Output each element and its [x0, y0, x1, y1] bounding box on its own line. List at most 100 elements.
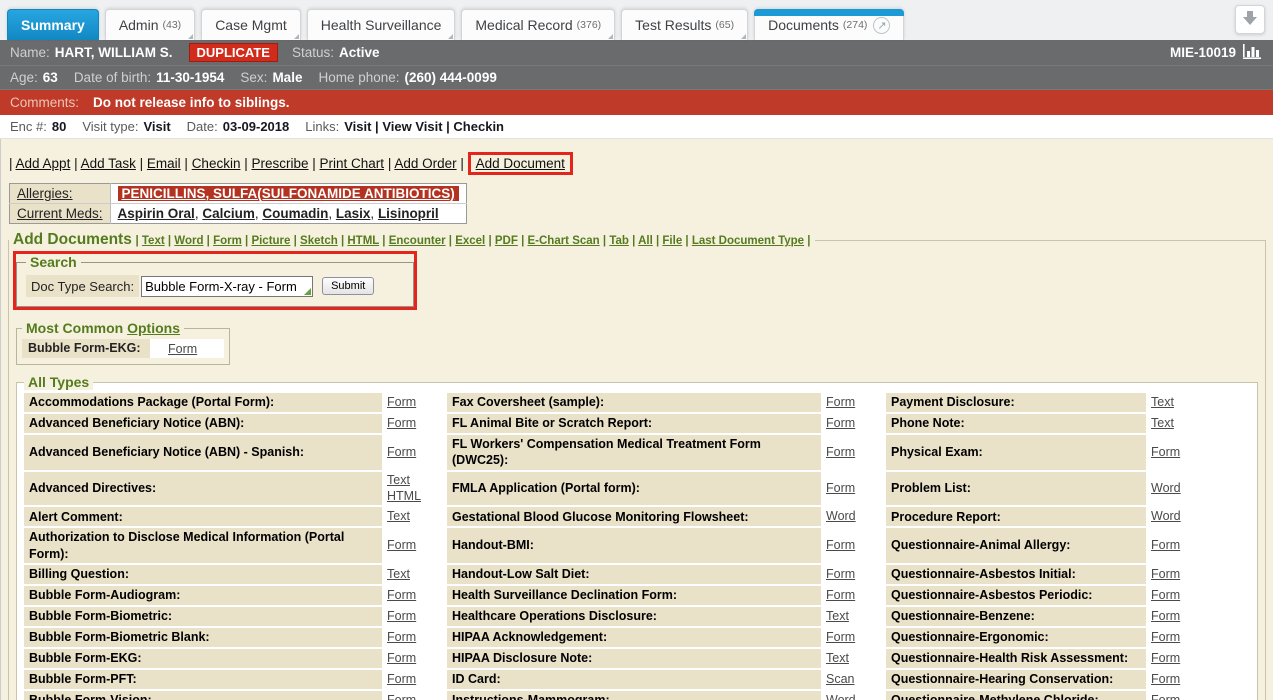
doc-type-label: Bubble Form-PFT:	[24, 670, 382, 689]
doc-link-questionnaire-benzene-form[interactable]: Form	[1151, 608, 1180, 625]
doc-link-phone-note-text[interactable]: Text	[1151, 415, 1174, 432]
tab-admin[interactable]: Admin(43)	[105, 9, 195, 40]
doc-type-link-picture[interactable]: Picture	[251, 235, 290, 247]
tab-dropdown-fold-icon[interactable]	[294, 34, 299, 39]
med-link-coumadin[interactable]: Coumadin	[262, 206, 328, 221]
column-spacer	[878, 393, 886, 412]
doc-link-bubble-form-vision-form[interactable]: Form	[387, 692, 416, 700]
doc-type-link-form[interactable]: Form	[213, 235, 242, 247]
allergies-label-link[interactable]: Allergies:	[10, 184, 111, 204]
doc-link-questionnaire-hearing-conservation-form[interactable]: Form	[1151, 671, 1180, 688]
tab-health-surveillance[interactable]: Health Surveillance	[307, 9, 456, 40]
doc-link-advanced-directives-text[interactable]: Text	[387, 472, 410, 489]
doc-link-procedure-report-word[interactable]: Word	[1151, 508, 1181, 525]
doc-link-questionnaire-ergonomic-form[interactable]: Form	[1151, 629, 1180, 646]
doc-link-advanced-beneficiary-notice-abn-form[interactable]: Form	[387, 415, 416, 432]
med-link-calcium[interactable]: Calcium	[202, 206, 255, 221]
doc-link-authorization-to-disclose-medical-information-portal-form-form[interactable]: Form	[387, 537, 416, 554]
doc-type-link-word[interactable]: Word	[174, 235, 203, 247]
doc-link-fmla-application-portal-form-form[interactable]: Form	[826, 480, 855, 497]
encounter-link-checkin[interactable]: Checkin	[453, 119, 504, 134]
doc-link-healthcare-operations-disclosure-text[interactable]: Text	[826, 608, 849, 625]
doc-type-link-e-chart-scan[interactable]: E-Chart Scan	[527, 235, 599, 247]
submit-button[interactable]: Submit	[322, 277, 374, 295]
doc-type-search-input[interactable]	[141, 276, 313, 297]
doc-type-link-pdf[interactable]: PDF	[495, 235, 518, 247]
doc-link-bubble-form-audiogram-form[interactable]: Form	[387, 587, 416, 604]
doc-link-questionnaire-methylene-chloride-form[interactable]: Form	[1151, 692, 1180, 700]
doc-link-questionnaire-animal-allergy-form[interactable]: Form	[1151, 537, 1180, 554]
med-link-lasix[interactable]: Lasix	[336, 206, 371, 221]
doc-link-handout-bmi-form[interactable]: Form	[826, 537, 855, 554]
resize-handle-icon[interactable]	[304, 288, 311, 295]
tab-dropdown-fold-icon[interactable]	[741, 34, 746, 39]
doc-link-bubble-form-pft-form[interactable]: Form	[387, 671, 416, 688]
doc-type-link-html[interactable]: HTML	[347, 235, 379, 247]
action-link-prescribe[interactable]: Prescribe	[251, 156, 308, 171]
doc-link-hipaa-disclosure-note-text[interactable]: Text	[826, 650, 849, 667]
options-link[interactable]: Options	[127, 320, 180, 336]
doc-type-link-tab[interactable]: Tab	[609, 235, 629, 247]
doc-type-link-excel[interactable]: Excel	[455, 235, 485, 247]
doc-type-link-cell: Word	[1146, 472, 1205, 506]
doc-link-bubble-form-biometric-form[interactable]: Form	[387, 608, 416, 625]
action-link-add-order[interactable]: Add Order	[394, 156, 456, 171]
action-link-add-document[interactable]: Add Document	[476, 156, 565, 171]
doc-link-instructions-mammogram-word[interactable]: Word	[826, 692, 856, 700]
doc-link-billing-question-text[interactable]: Text	[387, 566, 410, 583]
action-link-email[interactable]: Email	[147, 156, 181, 171]
download-chart-button[interactable]	[1235, 5, 1265, 34]
doc-type-link-all[interactable]: All	[638, 235, 653, 247]
tab-dropdown-fold-icon[interactable]	[188, 34, 193, 39]
action-link-print-chart[interactable]: Print Chart	[320, 156, 385, 171]
doc-link-bubble-form-ekg-form[interactable]: Form	[387, 650, 416, 667]
med-link-aspirin-oral[interactable]: Aspirin Oral	[118, 206, 195, 221]
doc-type-link-file[interactable]: File	[662, 235, 682, 247]
tab-documents[interactable]: Documents(274)↗	[754, 9, 904, 40]
doc-link-questionnaire-health-risk-assessment-form[interactable]: Form	[1151, 650, 1180, 667]
doc-link-questionnaire-asbestos-initial-form[interactable]: Form	[1151, 566, 1180, 583]
doc-link-id-card-scan[interactable]: Scan	[826, 671, 855, 688]
tab-case-mgmt[interactable]: Case Mgmt	[201, 9, 301, 40]
chart-icon[interactable]	[1243, 44, 1263, 62]
doc-type-link-last-document-type[interactable]: Last Document Type	[692, 235, 804, 247]
doc-link-fax-coversheet-sample-form[interactable]: Form	[826, 394, 855, 411]
encounter-link-visit[interactable]: Visit	[344, 119, 371, 134]
tab-dropdown-fold-icon[interactable]	[448, 34, 453, 39]
doc-link-alert-comment-text[interactable]: Text	[387, 508, 410, 525]
encounter-link-view-visit[interactable]: View Visit	[382, 119, 442, 134]
allergy-value-link[interactable]: PENICILLINS, SULFA(SULFONAMIDE ANTIBIOTI…	[118, 186, 459, 201]
doc-link-fl-animal-bite-or-scratch-report-form[interactable]: Form	[826, 415, 855, 432]
doc-type-link-sketch[interactable]: Sketch	[300, 235, 338, 247]
doc-link-hipaa-acknowledgement-form[interactable]: Form	[826, 629, 855, 646]
action-link-add-task[interactable]: Add Task	[81, 156, 136, 171]
doc-link-advanced-beneficiary-notice-abn-spanish-form[interactable]: Form	[387, 444, 416, 461]
doc-link-bubble-form-biometric-blank-form[interactable]: Form	[387, 629, 416, 646]
doc-link-fl-workers-compensation-medical-treatment-form-dwc25-form[interactable]: Form	[826, 444, 855, 461]
tab-test-results[interactable]: Test Results(65)	[621, 9, 748, 40]
med-link-lisinopril[interactable]: Lisinopril	[378, 206, 439, 221]
current-meds-label-link[interactable]: Current Meds:	[10, 204, 111, 224]
doc-link-handout-low-salt-diet-form[interactable]: Form	[826, 566, 855, 583]
most-common-form-link[interactable]: Form	[168, 342, 197, 356]
doc-link-gestational-blood-glucose-monitoring-flowsheet-word[interactable]: Word	[826, 508, 856, 525]
doc-link-accommodations-package-portal-form-form[interactable]: Form	[387, 394, 416, 411]
duplicate-badge[interactable]: DUPLICATE	[189, 43, 278, 62]
doc-link-physical-exam-form[interactable]: Form	[1151, 444, 1180, 461]
doc-type-link-cell: Form	[1146, 628, 1205, 647]
open-in-new-icon[interactable]: ↗	[873, 17, 890, 34]
doc-link-problem-list-word[interactable]: Word	[1151, 480, 1181, 497]
tab-dropdown-fold-icon[interactable]	[608, 34, 613, 39]
doc-link-advanced-directives-html[interactable]: HTML	[387, 488, 421, 505]
action-link-add-appt[interactable]: Add Appt	[16, 156, 71, 171]
doc-type-link-encounter[interactable]: Encounter	[389, 235, 446, 247]
doc-type-link-text[interactable]: Text	[142, 235, 165, 247]
column-spacer	[1205, 607, 1250, 626]
doc-link-questionnaire-asbestos-periodic-form[interactable]: Form	[1151, 587, 1180, 604]
action-link-checkin[interactable]: Checkin	[192, 156, 241, 171]
doc-type-label: Advanced Directives:	[24, 472, 382, 506]
tab-summary[interactable]: Summary	[7, 9, 99, 40]
tab-medical-record[interactable]: Medical Record(376)	[461, 9, 615, 40]
doc-link-health-surveillance-declination-form-form[interactable]: Form	[826, 587, 855, 604]
doc-link-payment-disclosure-text[interactable]: Text	[1151, 394, 1174, 411]
